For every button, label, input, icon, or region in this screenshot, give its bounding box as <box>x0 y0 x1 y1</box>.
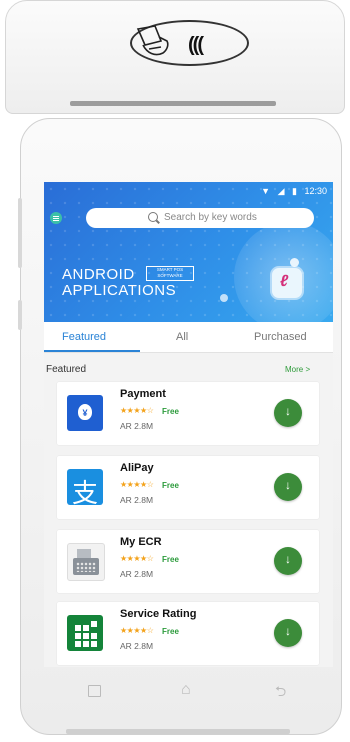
brand-title-line1: ANDROID <box>62 266 135 283</box>
brand-title-line2: APPLICATIONS <box>62 282 177 299</box>
app-card-service-rating[interactable]: Service Rating ★★★★☆ Free AR 2.8M ↓ <box>57 602 319 665</box>
download-icon: ↓ <box>285 478 291 492</box>
brand-badge-text: SMART POS SOFTWARE <box>156 267 184 278</box>
price-label: Free <box>162 407 179 416</box>
service-grid-icon <box>67 615 103 651</box>
app-card-alipay[interactable]: 支 AliPay ★★★★☆ Free AR 2.8M ↓ <box>57 456 319 519</box>
rating-stars: ★★★★☆ <box>120 554 154 563</box>
device-bottom-edge <box>66 729 290 734</box>
app-size: AR 2.8M <box>120 641 154 651</box>
app-name: Service Rating <box>120 608 197 620</box>
download-icon: ↓ <box>285 404 291 418</box>
header-banner: ▼ ◢ ▮ 12:30 Search by key words ANDROID … <box>44 182 333 322</box>
rating-stars: ★★★★☆ <box>120 626 154 635</box>
app-name: AliPay <box>120 462 154 474</box>
app-size: AR 2.8M <box>120 569 154 579</box>
signal-icon: ◢ <box>277 186 285 196</box>
back-icon[interactable]: ⮌ <box>275 681 286 705</box>
search-placeholder: Search by key words <box>164 212 257 223</box>
card-slot <box>70 101 276 106</box>
home-icon[interactable]: ⌂ <box>181 681 191 699</box>
decor-bubble <box>290 258 299 267</box>
download-button[interactable]: ↓ <box>274 473 302 501</box>
menu-icon[interactable] <box>50 212 62 224</box>
brand-badge: SMART POS SOFTWARE <box>146 266 194 281</box>
download-button[interactable]: ↓ <box>274 399 302 427</box>
app-card-my-ecr[interactable]: My ECR ★★★★☆ Free AR 2.8M ↓ <box>57 530 319 593</box>
app-store-logo-icon: ℓ <box>272 268 302 298</box>
battery-icon: ▮ <box>292 186 297 196</box>
price-label: Free <box>162 627 179 636</box>
decor-bubble <box>220 294 228 302</box>
tab-purchased[interactable]: Purchased <box>254 331 307 343</box>
app-card-payment[interactable]: ¥ Payment ★★★★☆ Free AR 2.8M ↓ <box>57 382 319 445</box>
system-nav-bar: ⌂ ⮌ <box>44 667 333 715</box>
status-time: 12:30 <box>304 186 327 196</box>
section-title: Featured <box>46 364 87 375</box>
download-icon: ↓ <box>285 624 291 638</box>
app-store-screen: ▼ ◢ ▮ 12:30 Search by key words ANDROID … <box>44 182 333 667</box>
rating-stars: ★★★★☆ <box>120 480 154 489</box>
download-button[interactable]: ↓ <box>274 547 302 575</box>
alipay-icon: 支 <box>67 469 103 508</box>
tab-featured[interactable]: Featured <box>62 331 106 343</box>
search-input[interactable]: Search by key words <box>86 208 314 228</box>
search-icon <box>148 212 158 222</box>
app-size: AR 2.8M <box>120 495 154 505</box>
hand-card-icon <box>136 25 169 56</box>
app-size: AR 2.8M <box>120 421 154 431</box>
rating-stars: ★★★★☆ <box>120 406 154 415</box>
cash-register-icon <box>67 543 105 581</box>
nfc-waves-icon: ((( <box>188 34 204 56</box>
side-button <box>18 300 22 330</box>
download-button[interactable]: ↓ <box>274 619 302 647</box>
money-bag-icon: ¥ <box>67 395 103 431</box>
price-label: Free <box>162 555 179 564</box>
tab-all[interactable]: All <box>176 331 188 343</box>
tab-bar: Featured All Purchased <box>44 322 333 353</box>
app-name: My ECR <box>120 536 162 548</box>
status-bar: ▼ ◢ ▮ 12:30 <box>256 186 327 197</box>
price-label: Free <box>162 481 179 490</box>
active-tab-indicator <box>44 350 140 352</box>
app-name: Payment <box>120 388 166 400</box>
wifi-icon: ▼ <box>261 186 271 196</box>
download-icon: ↓ <box>285 552 291 566</box>
recent-apps-icon[interactable] <box>88 685 101 697</box>
side-button <box>18 198 22 268</box>
more-link[interactable]: More > <box>285 365 310 374</box>
